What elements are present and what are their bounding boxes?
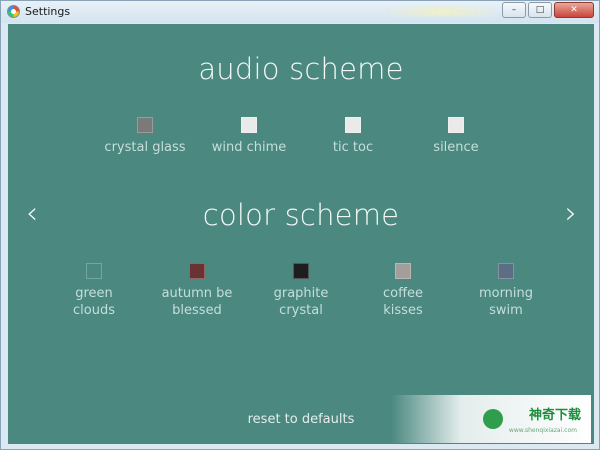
color-option-label-line1: graphite: [273, 286, 329, 301]
audio-option-label: tic toc: [332, 140, 374, 155]
title-bar[interactable]: Settings – □ ✕: [1, 1, 599, 23]
audio-option-wind-chime[interactable]: wind chime: [194, 117, 304, 156]
color-option-label-line2: kisses: [383, 303, 423, 318]
app-icon: [7, 5, 20, 18]
color-option-graphite-crystal[interactable]: graphite crystal: [246, 263, 356, 319]
close-button[interactable]: ✕: [554, 2, 594, 18]
audio-option-tic-toc[interactable]: tic toc: [298, 117, 408, 156]
audio-option-label: wind chime: [211, 140, 287, 155]
window-title: Settings: [25, 5, 71, 18]
color-option-label-line2: blessed: [172, 303, 222, 318]
color-option-label-line2: swim: [489, 303, 523, 318]
maximize-button[interactable]: □: [528, 2, 552, 18]
audio-swatch[interactable]: [137, 117, 153, 133]
color-swatch[interactable]: [395, 263, 411, 279]
color-scheme-title: color scheme: [202, 198, 400, 232]
window-controls: – □ ✕: [500, 2, 594, 18]
audio-option-silence[interactable]: silence: [401, 117, 511, 156]
color-swatch[interactable]: [293, 263, 309, 279]
color-option-coffee-kisses[interactable]: coffee kisses: [348, 263, 458, 319]
color-option-label-line1: autumn be: [161, 286, 233, 301]
color-option-label-line2: clouds: [73, 303, 115, 318]
audio-swatch[interactable]: [241, 117, 257, 133]
color-option-green-clouds[interactable]: green clouds: [39, 263, 149, 319]
audio-swatch[interactable]: [448, 117, 464, 133]
watermark-text: 神奇下载: [528, 408, 581, 423]
color-option-label-line2: crystal: [279, 303, 323, 318]
watermark-logo-icon: [483, 409, 503, 429]
color-swatch[interactable]: [498, 263, 514, 279]
audio-option-label: silence: [433, 140, 479, 155]
color-option-label-line1: morning: [478, 286, 534, 301]
color-swatch[interactable]: [86, 263, 102, 279]
audio-scheme-title: audio scheme: [198, 52, 404, 86]
color-option-morning-swim[interactable]: morning swim: [451, 263, 561, 319]
audio-option-crystal-glass[interactable]: crystal glass: [90, 117, 200, 156]
settings-window: Settings – □ ✕ audio scheme crystal glas…: [0, 0, 600, 450]
color-option-label-line1: green: [75, 286, 113, 301]
minimize-button[interactable]: –: [502, 2, 526, 18]
title-blur-region: [381, 7, 501, 16]
audio-swatch[interactable]: [345, 117, 361, 133]
watermark: 神奇下载 www.shenqixiazai.com: [391, 395, 591, 443]
watermark-subtext: www.shenqixiazai.com: [508, 427, 577, 434]
color-swatch[interactable]: [189, 263, 205, 279]
audio-option-label: crystal glass: [104, 140, 186, 155]
color-option-label-line1: coffee: [382, 286, 424, 301]
next-page-arrow[interactable]: ›: [559, 196, 583, 231]
color-option-autumn-be-blessed[interactable]: autumn be blessed: [142, 263, 252, 319]
settings-content: audio scheme crystal glass wind chime ti…: [8, 24, 594, 444]
